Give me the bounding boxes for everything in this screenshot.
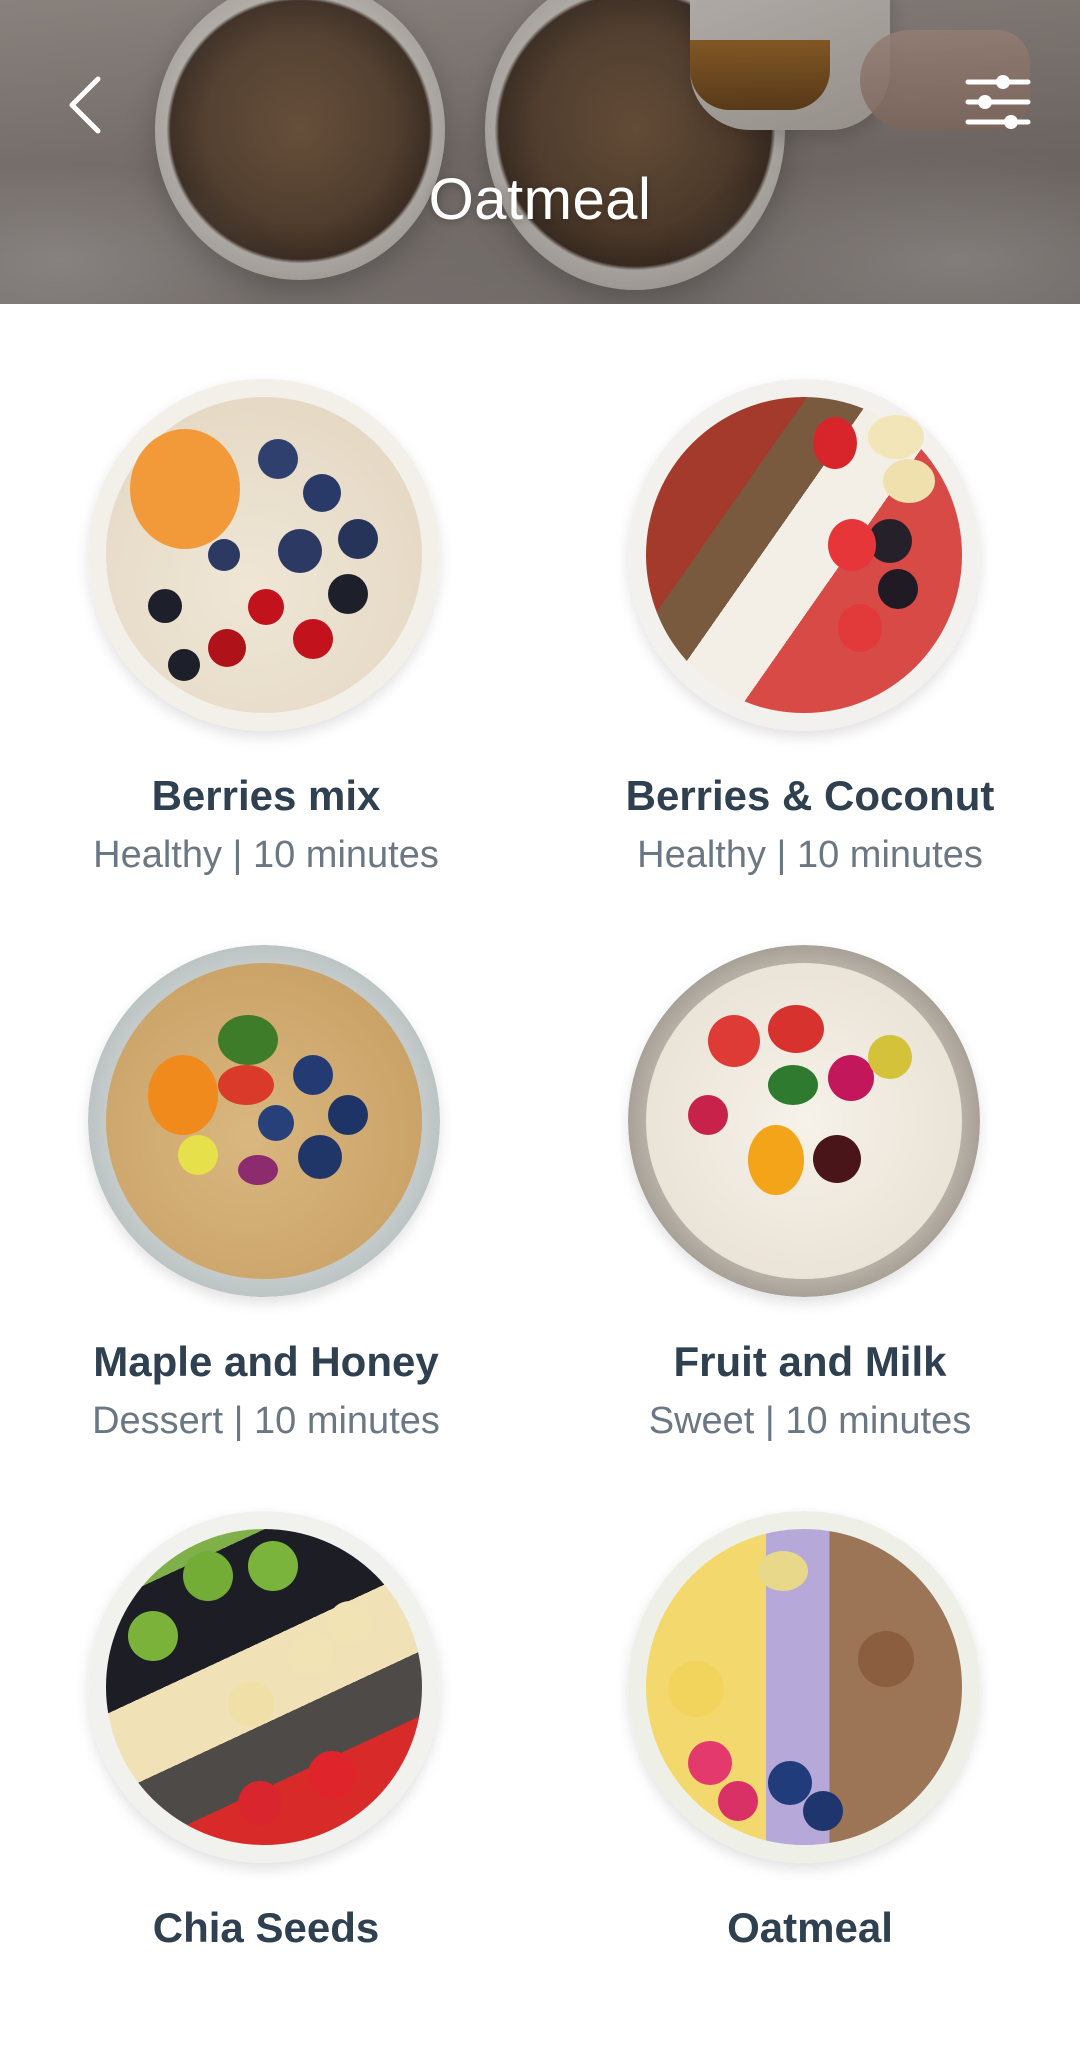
recipe-meta: Sweet | 10 minutes <box>648 1400 972 1442</box>
recipe-name: Chia Seeds <box>152 1904 380 1951</box>
recipe-photo <box>628 1511 980 1863</box>
recipe-grid: Berries mix Healthy | 10 minutes Berries… <box>0 372 1080 2070</box>
recipe-card-oatmeal[interactable]: Oatmeal <box>540 1504 1080 2070</box>
recipe-meta: Healthy | 10 minutes <box>93 834 439 876</box>
recipe-card-fruit-milk[interactable]: Fruit and Milk Sweet | 10 minutes <box>540 938 1080 1504</box>
recipe-meta: Healthy | 10 minutes <box>637 834 983 876</box>
recipe-name: Berries mix <box>151 772 381 819</box>
header-overlay <box>0 0 1080 304</box>
recipe-meta: Dessert | 10 minutes <box>92 1400 440 1442</box>
recipe-name: Berries & Coconut <box>625 772 995 819</box>
page-title: Oatmeal <box>428 167 652 232</box>
recipe-photo <box>88 945 440 1297</box>
recipe-name: Maple and Honey <box>93 1338 439 1385</box>
recipe-card-berries-mix[interactable]: Berries mix Healthy | 10 minutes <box>0 372 540 938</box>
recipe-photo <box>628 379 980 731</box>
filter-button[interactable] <box>960 64 1036 140</box>
recipe-photo <box>88 1511 440 1863</box>
recipe-photo <box>88 379 440 731</box>
chevron-left-icon <box>69 76 101 134</box>
recipe-name: Fruit and Milk <box>673 1338 947 1385</box>
header-banner: Oatmeal <box>0 0 1080 304</box>
recipe-card-maple-honey[interactable]: Maple and Honey Dessert | 10 minutes <box>0 938 540 1504</box>
recipe-card-berries-coconut[interactable]: Berries & Coconut Healthy | 10 minutes <box>540 372 1080 938</box>
sliders-icon <box>965 75 1031 129</box>
recipe-card-chia-seeds[interactable]: Chia Seeds <box>0 1504 540 2070</box>
back-button[interactable] <box>56 70 116 140</box>
recipe-name: Oatmeal <box>727 1904 893 1951</box>
recipe-photo <box>628 945 980 1297</box>
